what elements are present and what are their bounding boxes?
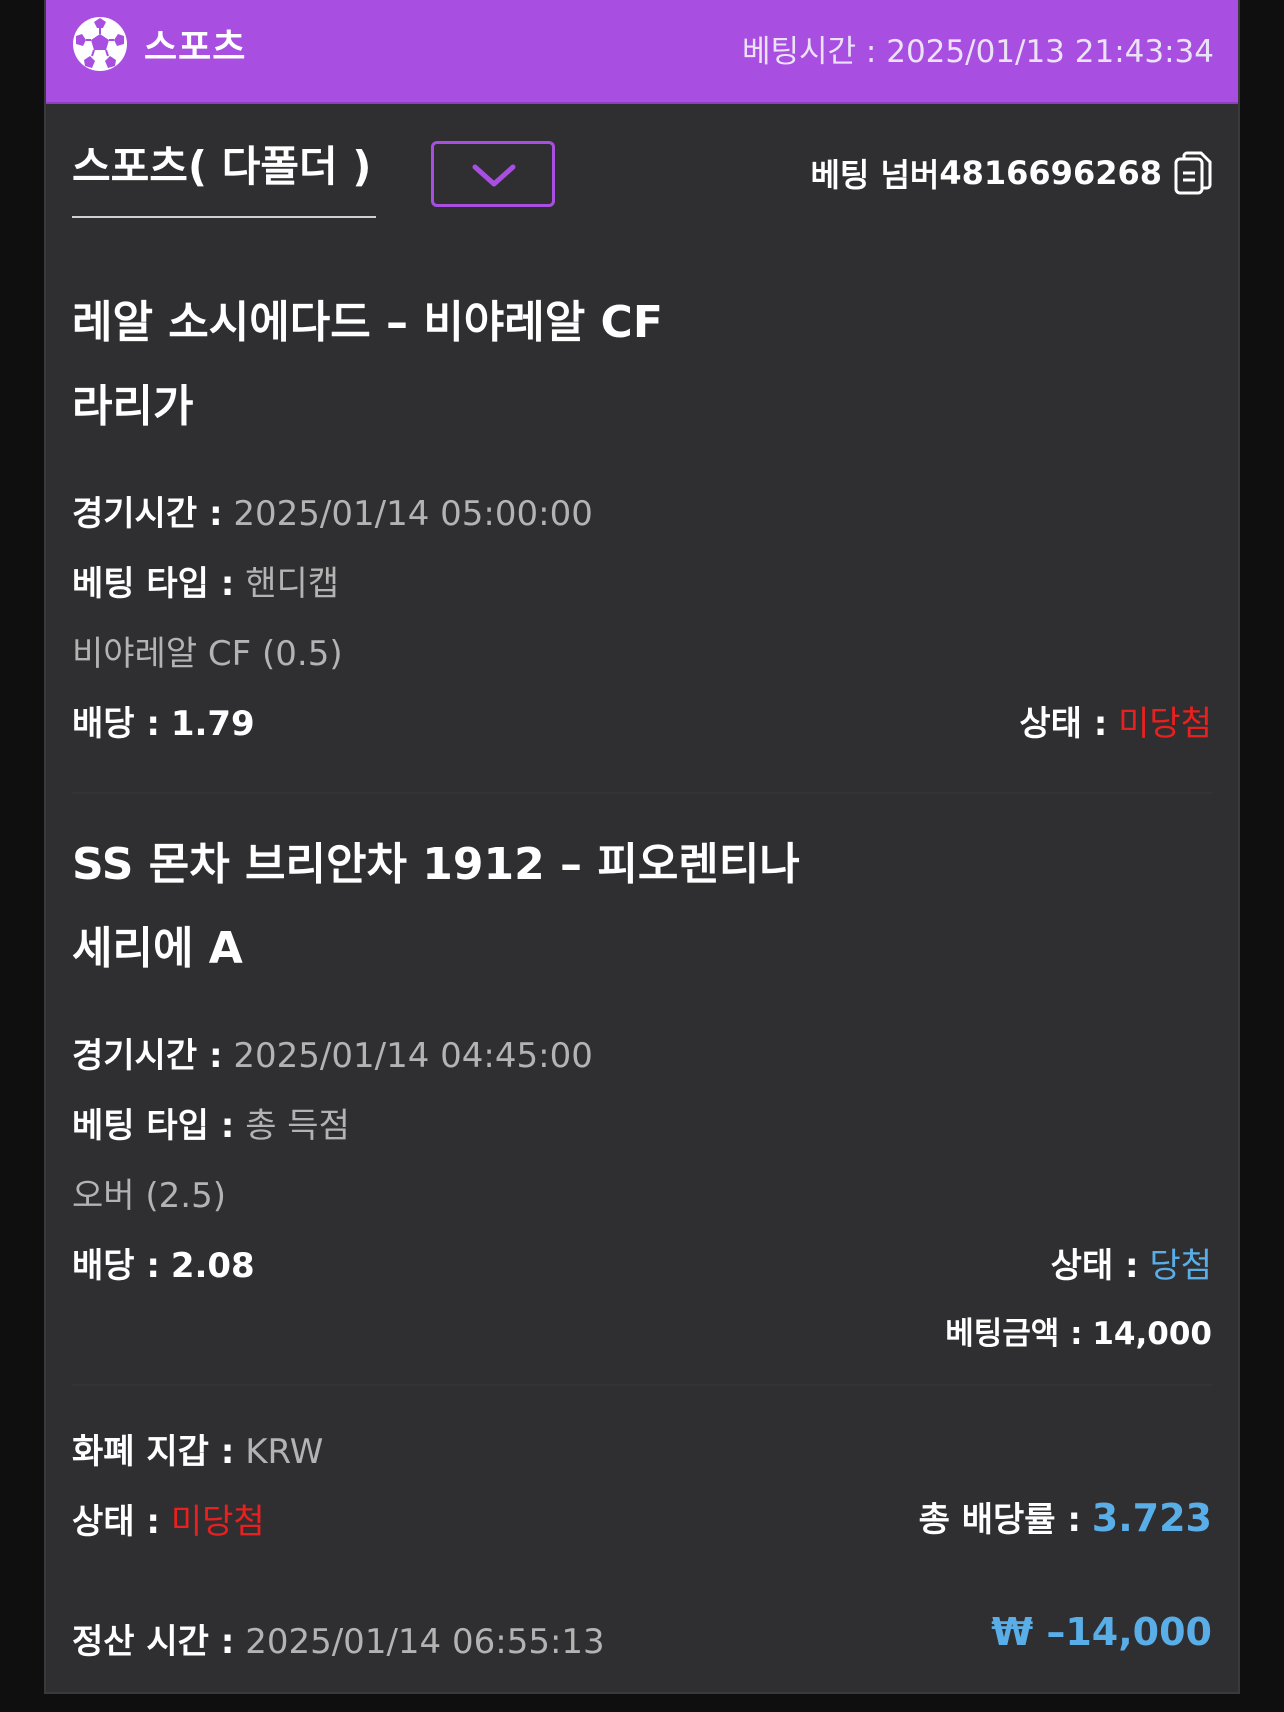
- pick-value: 오버 (2.5): [72, 1176, 226, 1216]
- bet-type-value: 총 득점: [245, 1106, 350, 1146]
- game-status-value: 당첨: [1149, 1246, 1212, 1286]
- game-status: 상태 : 미당첨: [1019, 696, 1212, 745]
- league-name: 세리에 A: [72, 923, 243, 974]
- wallet-value: KRW: [245, 1432, 324, 1472]
- game-time-label: 경기시간 :: [72, 1036, 223, 1076]
- odds-value: 1.79: [170, 704, 255, 744]
- game-time-value: 2025/01/14 05:00:00: [233, 494, 593, 534]
- bet-number: 베팅 넘버 4816696268: [810, 150, 1212, 196]
- pick-value: 비야레알 CF (0.5): [72, 634, 343, 674]
- game-item: SS 몬차 브리안차 1912 – 피오렌티나 세리에 A 경기시간 : 202…: [72, 828, 1212, 1352]
- summary-status: 상태 : 미당첨: [72, 1494, 265, 1543]
- header-brand: 스포츠: [70, 14, 246, 74]
- game-status: 상태 : 당첨: [1051, 1238, 1212, 1287]
- total-odds-value: 3.723: [1091, 1496, 1212, 1540]
- bet-amount: 베팅금액 : 14,000: [945, 1308, 1212, 1353]
- game-item: 레알 소시에다드 – 비야레알 CF 라리가 경기시간 : 2025/01/14…: [72, 286, 1212, 786]
- bet-time: 베팅시간 : 2025/01/13 21:43:34: [742, 26, 1214, 71]
- game-time-value: 2025/01/14 04:45:00: [233, 1036, 593, 1076]
- expand-dropdown-button[interactable]: [431, 141, 555, 207]
- game-status-value: 미당첨: [1118, 704, 1212, 744]
- match-title: SS 몬차 브리안차 1912 – 피오렌티나: [72, 839, 800, 890]
- wallet-line: 화폐 지갑 : KRW: [72, 1424, 323, 1473]
- bet-time-label: 베팅시간 :: [741, 34, 877, 70]
- bet-number-value: 4816696268: [939, 154, 1162, 192]
- summary-status-value: 미당첨: [170, 1502, 265, 1542]
- bet-type-label: 베팅 타입 :: [72, 1106, 235, 1146]
- odds-line: 배당 : 2.08: [72, 1238, 255, 1287]
- total-odds-label: 총 배당률 :: [918, 1500, 1081, 1540]
- settle-time: 정산 시간 : 2025/01/14 06:55:13: [72, 1614, 605, 1663]
- bet-time-value: 2025/01/13 21:43:34: [886, 34, 1214, 70]
- summary-status-label: 상태 :: [72, 1502, 160, 1542]
- bet-type-value: 핸디캡: [245, 564, 340, 604]
- odds-line: 배당 : 1.79: [72, 696, 255, 745]
- game-time: 경기시간 : 2025/01/14 05:00:00: [72, 486, 593, 535]
- bet-type-line: 베팅 타입 : 핸디캡: [72, 556, 339, 605]
- header-bar: 스포츠 베팅시간 : 2025/01/13 21:43:34: [46, 0, 1238, 104]
- game-time: 경기시간 : 2025/01/14 04:45:00: [72, 1028, 593, 1077]
- wallet-label: 화폐 지갑 :: [72, 1432, 235, 1472]
- bet-amount-value: 14,000: [1092, 1316, 1212, 1352]
- bet-amount-label: 베팅금액 :: [945, 1316, 1083, 1352]
- bet-type-label: 베팅 타입 :: [72, 564, 235, 604]
- header-title: 스포츠: [144, 27, 247, 68]
- payout-amount: ₩ –14,000: [991, 1610, 1212, 1654]
- soccer-ball-icon: [73, 17, 127, 71]
- bet-number-label: 베팅 넘버: [810, 156, 940, 194]
- chevron-down-icon: [472, 164, 516, 187]
- total-odds: 총 배당률 : 3.723: [919, 1492, 1212, 1541]
- settle-time-value: 2025/01/14 06:55:13: [245, 1622, 605, 1662]
- league-name: 라리가: [72, 381, 194, 432]
- divider: [72, 1384, 1212, 1386]
- bet-info-row: 스포츠( 다폴더 ) 베팅 넘버 4816696268: [72, 140, 1212, 220]
- game-status-label: 상태 :: [1050, 1246, 1139, 1286]
- bet-type-title: 스포츠( 다폴더 ): [72, 140, 376, 218]
- divider: [72, 792, 1212, 794]
- odds-label: 배당 :: [72, 704, 160, 744]
- odds-label: 배당 :: [72, 1246, 160, 1286]
- bet-slip-card: 스포츠 베팅시간 : 2025/01/13 21:43:34 스포츠( 다폴더 …: [44, 0, 1240, 1694]
- copy-icon[interactable]: [1174, 151, 1212, 195]
- settle-time-label: 정산 시간 :: [72, 1622, 235, 1662]
- game-status-label: 상태 :: [1019, 704, 1108, 744]
- odds-value: 2.08: [170, 1246, 255, 1286]
- bet-type-line: 베팅 타입 : 총 득점: [72, 1098, 350, 1147]
- match-title: 레알 소시에다드 – 비야레알 CF: [72, 297, 663, 348]
- game-time-label: 경기시간 :: [72, 494, 223, 534]
